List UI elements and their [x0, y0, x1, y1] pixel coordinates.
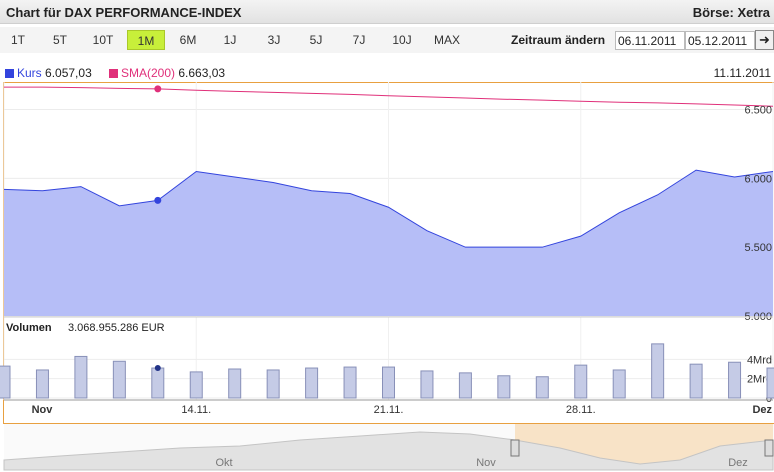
volume-bar: [689, 363, 703, 399]
volume-bar: [189, 371, 203, 399]
volume-bar: [343, 366, 357, 399]
x-tick-label: Dez: [752, 404, 772, 416]
volume-bar: [305, 367, 319, 399]
volume-bar: [228, 368, 242, 399]
navigator-label: Okt: [215, 457, 232, 469]
volume-bar: [458, 372, 472, 399]
volume-bar: [112, 360, 126, 399]
x-tick-label: 28.11.: [566, 404, 596, 416]
volume-bar: [0, 365, 11, 399]
volume-bar: [612, 369, 626, 399]
x-tick-label: Nov: [32, 404, 54, 416]
x-tick-label: 21.11.: [374, 404, 404, 416]
volume-bar: [574, 364, 588, 399]
volume-bar: [535, 376, 549, 399]
volume-bar: [497, 375, 511, 399]
volume-bar: [35, 369, 49, 399]
chart-canvas[interactable]: 5.0005.5006.0006.50002Mrd4MrdNov 14.11. 21…: [0, 0, 774, 472]
volume-bar: [74, 355, 88, 399]
volume-marker: [154, 365, 161, 372]
navigator-label: Dez: [728, 457, 748, 469]
volume-bar: [420, 370, 434, 399]
volume-bar: [651, 343, 665, 399]
volume-bar: [728, 361, 742, 399]
volume-bar: [382, 366, 395, 399]
volume-bar: [151, 367, 165, 399]
navigator-label: Nov: [476, 457, 496, 469]
volume-bar: [266, 369, 280, 399]
kurs-marker: [154, 196, 162, 204]
y-tick-label: 6.000: [744, 173, 772, 185]
volume-bar: [766, 367, 774, 399]
x-tick-label: 14.11.: [181, 404, 211, 416]
volume-value: 3.068.955.286 EUR: [68, 322, 165, 334]
navigator-left-handle: [510, 439, 520, 457]
sma-marker: [154, 85, 162, 93]
navigator-right-handle: [764, 439, 774, 457]
y-tick-label: 5.500: [744, 242, 772, 254]
volume-label: Volumen: [6, 322, 52, 334]
y-tick-label: 6.500: [744, 105, 772, 117]
volume-tick-label: 4Mrd: [747, 354, 772, 366]
